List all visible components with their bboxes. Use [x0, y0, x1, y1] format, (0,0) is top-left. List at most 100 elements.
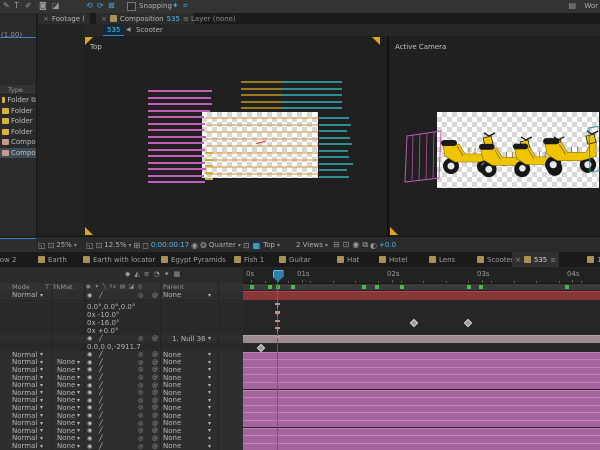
- orbit-camera-tool-icon[interactable]: ⟲: [86, 1, 93, 11]
- chevron-down-icon[interactable]: ▾: [208, 389, 211, 397]
- quality-icon[interactable]: ╱: [99, 404, 103, 412]
- keyframe-marker-green[interactable]: [250, 285, 254, 289]
- eye-icon[interactable]: ◉: [87, 335, 92, 344]
- quality-icon[interactable]: ╱: [99, 335, 103, 344]
- toggle-icon[interactable]: ◎: [138, 366, 143, 374]
- trkmat-column-header[interactable]: T TrkMat: [45, 283, 73, 291]
- layer-duration-bar[interactable]: [243, 435, 600, 443]
- resolution-select[interactable]: Quarter: [209, 241, 236, 249]
- parent-pickwhip-icon[interactable]: @: [152, 412, 158, 420]
- chevron-down-icon[interactable]: ▾: [40, 381, 43, 389]
- keyframe-marker-green[interactable]: [479, 285, 483, 289]
- chevron-down-icon[interactable]: ▾: [77, 366, 80, 374]
- chevron-down-icon[interactable]: ▾: [208, 427, 211, 435]
- chevron-down-icon[interactable]: ▾: [40, 374, 43, 382]
- mask-visibility-icon[interactable]: ◻: [142, 241, 149, 250]
- quality-icon[interactable]: ╱: [99, 435, 103, 443]
- parent-pickwhip-icon[interactable]: @: [152, 419, 158, 427]
- parent-pickwhip-icon[interactable]: @: [152, 359, 158, 367]
- parent-pickwhip-icon[interactable]: @: [152, 291, 158, 300]
- keyframe-marker-green[interactable]: [400, 285, 404, 289]
- layer-duration-bar[interactable]: [243, 374, 600, 382]
- eye-icon[interactable]: ◉: [87, 389, 92, 397]
- chevron-down-icon[interactable]: ▾: [77, 435, 80, 443]
- blend-mode-select[interactable]: Normal: [12, 291, 37, 300]
- parent-pickwhip-icon[interactable]: @: [152, 397, 158, 405]
- pen-tool-icon[interactable]: ✎: [3, 1, 10, 11]
- chevron-down-icon[interactable]: ▾: [208, 359, 211, 367]
- timeline-tab-earth[interactable]: Earth: [35, 252, 70, 267]
- parent-pickwhip-icon[interactable]: @: [152, 427, 158, 435]
- snapping-checkbox[interactable]: [127, 2, 136, 11]
- chevron-down-icon[interactable]: ▾: [77, 374, 80, 382]
- chevron-down-icon[interactable]: ▾: [74, 242, 77, 249]
- chevron-down-icon[interactable]: ▾: [208, 366, 211, 374]
- keyframe-marker-green[interactable]: [291, 285, 295, 289]
- parent-pickwhip-icon[interactable]: @: [152, 404, 158, 412]
- quality-icon[interactable]: ╱: [99, 366, 103, 374]
- chevron-down-icon[interactable]: ▾: [77, 442, 80, 450]
- timeline-option-icon[interactable]: ◆: [125, 270, 130, 280]
- view-layout-select[interactable]: 2 Views: [296, 241, 323, 249]
- parent-pickwhip-icon[interactable]: @: [152, 351, 158, 359]
- chevron-down-icon[interactable]: ▾: [77, 359, 80, 367]
- timeline-option-icon[interactable]: ≡: [144, 270, 150, 280]
- eraser-tool-icon[interactable]: ◪: [52, 1, 60, 11]
- chevron-down-icon[interactable]: ▾: [77, 404, 80, 412]
- chevron-down-icon[interactable]: ▾: [77, 381, 80, 389]
- chevron-down-icon[interactable]: ▾: [208, 291, 211, 300]
- quality-icon[interactable]: ╱: [99, 442, 103, 450]
- comp-zoom-value[interactable]: 12.5%: [104, 241, 126, 249]
- toggle-icon[interactable]: ◎: [138, 335, 143, 344]
- tab-composition[interactable]: × Composition 535 ≡: [96, 13, 194, 24]
- parent-select[interactable]: None: [163, 442, 181, 450]
- property-value[interactable]: 0.0,0.0,-2911.7: [87, 343, 141, 351]
- layer-duration-bar[interactable]: [243, 359, 600, 367]
- layer-duration-bar[interactable]: [243, 382, 600, 390]
- column-divider[interactable]: [52, 283, 53, 450]
- workspace-icon[interactable]: ▤: [568, 1, 576, 11]
- keyframe-diamond-icon[interactable]: [410, 319, 418, 327]
- always-preview-icon[interactable]: ◱: [86, 241, 94, 250]
- active-view-select[interactable]: Top: [263, 241, 275, 249]
- eye-icon[interactable]: ◉: [87, 419, 92, 427]
- chevron-down-icon[interactable]: ▾: [40, 412, 43, 420]
- trkmat-select[interactable]: None: [57, 435, 75, 443]
- keyframe-marker-green[interactable]: [467, 285, 471, 289]
- parent-pickwhip-icon[interactable]: @: [152, 381, 158, 389]
- footage-zoom-value[interactable]: 25%: [56, 241, 72, 249]
- chevron-down-icon[interactable]: ▾: [77, 412, 80, 420]
- property-value[interactable]: 0x +0.0°: [87, 327, 118, 335]
- chevron-down-icon[interactable]: ▾: [40, 419, 43, 427]
- close-icon[interactable]: ×: [101, 15, 107, 23]
- parent-pickwhip-icon[interactable]: @: [152, 366, 158, 374]
- timeline-tab-earth-with-locator[interactable]: Earth with locator: [80, 252, 158, 267]
- transparency-grid-icon[interactable]: ▦: [252, 241, 262, 250]
- eye-icon[interactable]: ◉: [87, 404, 92, 412]
- parent-select[interactable]: 1. Null 36: [172, 335, 206, 344]
- eye-icon[interactable]: ◉: [87, 359, 92, 367]
- chevron-down-icon[interactable]: ▾: [208, 374, 211, 382]
- tab-footage[interactable]: × Footage (: [38, 13, 90, 24]
- toggle-icon[interactable]: ◎: [138, 291, 143, 300]
- timeline-tab-scooter[interactable]: Scooter: [474, 252, 517, 267]
- chevron-down-icon[interactable]: ▾: [208, 404, 211, 412]
- layer-row[interactable]: Normal▾None▾◉╱◎@None▾: [0, 442, 243, 450]
- blend-mode-select[interactable]: Normal: [12, 435, 37, 443]
- chevron-down-icon[interactable]: ▾: [40, 442, 43, 450]
- toggle-icon[interactable]: ◎: [138, 435, 143, 443]
- eye-icon[interactable]: ◉: [87, 381, 92, 389]
- chevron-down-icon[interactable]: ▾: [208, 397, 211, 405]
- chevron-down-icon[interactable]: ▾: [40, 397, 43, 405]
- column-divider[interactable]: [84, 283, 85, 450]
- time-ruler[interactable]: 0s01s02s03s04s: [243, 268, 600, 284]
- quality-icon[interactable]: ╱: [99, 291, 103, 300]
- toggle-icon[interactable]: ◎: [138, 404, 143, 412]
- viewer-option-icon[interactable]: ⊡: [343, 240, 350, 249]
- quality-icon[interactable]: ╱: [99, 412, 103, 420]
- chevron-down-icon[interactable]: ▾: [77, 419, 80, 427]
- parent-pickwhip-icon[interactable]: @: [152, 374, 158, 382]
- chevron-down-icon[interactable]: ▾: [40, 291, 43, 300]
- timeline-tab-lens[interactable]: Lens: [426, 252, 458, 267]
- blend-mode-select[interactable]: Normal: [12, 442, 37, 450]
